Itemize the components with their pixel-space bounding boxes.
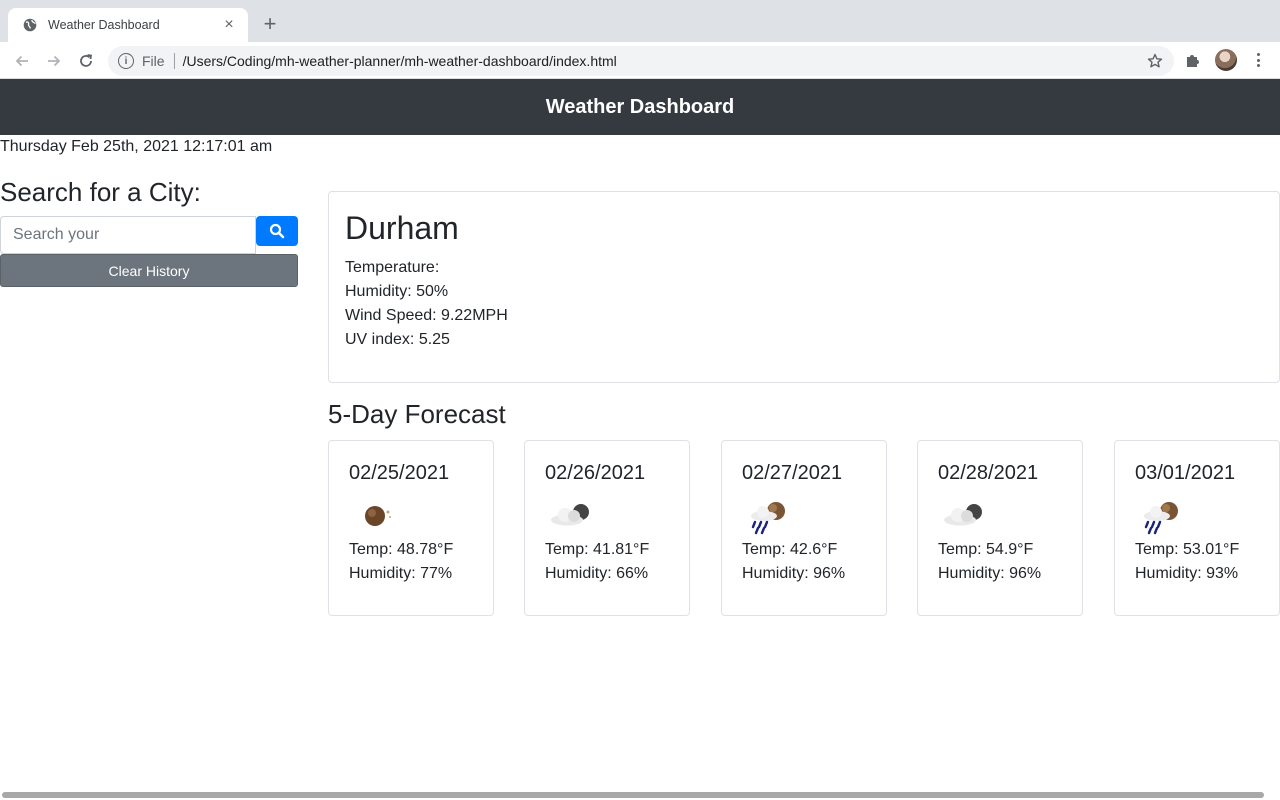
page-header: Weather Dashboard [0,79,1280,135]
forecast-date: 03/01/2021 [1135,462,1236,484]
city-search-input[interactable] [0,216,256,254]
forecast-humidity: Humidity: 96% [938,565,1042,582]
profile-avatar[interactable] [1215,49,1237,71]
back-arrow-icon[interactable] [11,50,33,72]
tab-close-icon[interactable]: × [220,16,238,34]
search-heading: Search for a City: [0,177,201,207]
rain-night-icon [742,492,792,538]
search-icon [269,223,285,239]
horizontal-scrollbar[interactable] [0,790,1280,800]
tab-title: Weather Dashboard [48,18,160,32]
forecast-card: 03/01/2021 Temp: 53.01°F Humidity: 93% [1114,440,1280,616]
forecast-humidity: Humidity: 66% [545,565,649,582]
globe-icon [22,17,38,33]
forecast-humidity: Humidity: 93% [1135,565,1239,582]
reload-icon[interactable] [75,50,97,72]
city-name: Durham [345,210,459,246]
search-button[interactable] [256,216,298,246]
browser-toolbar: i File /Users/Coding/mh-weather-planner/… [0,42,1280,79]
cloudy-night-icon [938,492,988,538]
forward-arrow-icon[interactable] [43,50,65,72]
bookmark-star-icon[interactable] [1146,52,1164,70]
forecast-date: 02/26/2021 [545,462,646,484]
forecast-temp: Temp: 48.78°F [349,541,454,558]
extensions-puzzle-icon[interactable] [1184,51,1202,69]
forecast-temp: Temp: 42.6°F [742,541,838,558]
page-title: Weather Dashboard [545,95,735,118]
clear-night-icon [349,492,399,538]
forecast-date: 02/28/2021 [938,462,1039,484]
current-wind-speed: Wind Speed: 9.22MPH [345,307,508,324]
clear-history-button[interactable]: Clear History [0,254,298,287]
browser-tab-strip: Weather Dashboard × + [0,0,1280,42]
address-bar[interactable]: i File /Users/Coding/mh-weather-planner/… [108,46,1174,76]
forecast-card: 02/27/2021 Temp: 42.6°F Humidity: 96% [721,440,887,616]
current-uv-index: UV index: 5.25 [345,331,450,348]
scrollbar-thumb[interactable] [2,792,1264,798]
url-separator [173,53,175,69]
forecast-temp: Temp: 41.81°F [545,541,650,558]
current-temperature: Temperature: [345,259,440,276]
forecast-humidity: Humidity: 77% [349,565,453,582]
forecast-card: 02/28/2021 Temp: 54.9°F Humidity: 96% [917,440,1083,616]
forecast-temp: Temp: 54.9°F [938,541,1034,558]
forecast-humidity: Humidity: 96% [742,565,846,582]
cloudy-night-icon [545,492,595,538]
url-scheme-label: File [142,53,165,69]
current-weather-card: Durham Temperature: Humidity: 50% Wind S… [328,191,1280,383]
browser-menu-icon[interactable] [1252,50,1264,70]
forecast-date: 02/25/2021 [349,462,450,484]
new-tab-button[interactable]: + [259,13,281,35]
forecast-temp: Temp: 53.01°F [1135,541,1240,558]
browser-tab[interactable]: Weather Dashboard × [8,8,248,42]
current-datetime: Thursday Feb 25th, 2021 12:17:01 am [0,138,273,155]
forecast-heading: 5-Day Forecast [328,399,506,429]
forecast-date: 02/27/2021 [742,462,843,484]
rain-night-icon [1135,492,1185,538]
url-text[interactable]: /Users/Coding/mh-weather-planner/mh-weat… [183,53,1146,69]
current-humidity: Humidity: 50% [345,283,449,300]
forecast-card: 02/25/2021 Temp: 48.78°F Humidity: 77% [328,440,494,616]
forecast-card: 02/26/2021 Temp: 41.81°F Humidity: 66% [524,440,690,616]
info-icon[interactable]: i [118,53,134,69]
